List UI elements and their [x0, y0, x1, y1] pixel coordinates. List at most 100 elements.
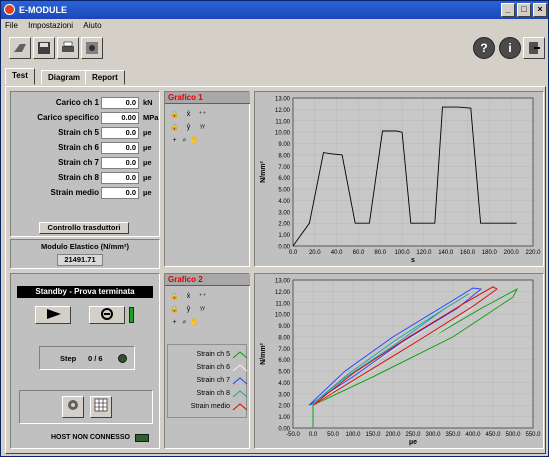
autoscale-y-icon[interactable]: ŷ — [183, 123, 194, 133]
y-tick-label: 11.00 — [275, 301, 290, 307]
tools-button[interactable] — [81, 37, 103, 59]
x-tick-label: 300.0 — [425, 432, 441, 438]
help-button[interactable]: ? — [473, 37, 495, 59]
lock-x-icon[interactable]: 🔒 — [169, 292, 180, 302]
x-tick-label: 220.0 — [525, 250, 541, 256]
settings-button[interactable] — [62, 396, 84, 418]
strain-ch6-label: Strain ch 6 — [58, 143, 99, 152]
autoscale-x-icon[interactable]: x̂ — [183, 110, 194, 120]
pan-hand-icon[interactable]: ✋ — [189, 136, 200, 146]
save-icon — [38, 42, 50, 54]
y-tick-label: 7.00 — [278, 347, 290, 353]
pan-hand-icon[interactable]: ✋ — [189, 318, 200, 328]
info-button[interactable]: i — [499, 37, 521, 59]
x-tick-label: 0.0 — [289, 250, 298, 256]
start-button[interactable] — [35, 306, 71, 324]
play-icon — [47, 309, 61, 319]
modulo-value: 21491.71 — [57, 254, 103, 266]
x-tick-label: 120.0 — [416, 250, 432, 256]
x-tick-label: 200.0 — [385, 432, 401, 438]
chart2: 0.001.002.003.004.005.006.007.008.009.00… — [260, 279, 541, 447]
carico-specifico-label: Carico specifico — [37, 113, 99, 122]
aux-buttons-box — [19, 390, 153, 424]
y-tick-label: 8.00 — [278, 153, 290, 159]
plot-area — [293, 98, 533, 246]
autoscale-x-icon[interactable]: x̂ — [183, 292, 194, 302]
strain-ch8-unit: µe — [143, 173, 152, 182]
y-tick-label: 11.00 — [275, 119, 290, 125]
x-tick-label: 80.0 — [374, 250, 386, 256]
strain-ch7-unit: µe — [143, 158, 152, 167]
exit-button[interactable] — [523, 37, 545, 59]
carico-ch1-label: Carico ch 1 — [55, 98, 99, 107]
carico-specifico-unit: MPa — [143, 113, 159, 122]
legend-item: Strain medio — [170, 401, 250, 413]
x-tick-label: 200.0 — [504, 250, 520, 256]
close-button[interactable]: × — [533, 3, 547, 17]
y-tick-label: 12.00 — [275, 290, 291, 296]
tab-diagram[interactable]: Diagram — [41, 70, 88, 85]
exit-icon — [529, 42, 540, 54]
lock-y-icon[interactable]: 🔒 — [169, 123, 180, 133]
run-indicator — [129, 307, 134, 323]
host-status-led — [135, 434, 149, 442]
row-strain-ch7: Strain ch 7 0.0 µe — [11, 157, 161, 170]
lock-x-icon[interactable]: 🔒 — [169, 110, 180, 120]
x-tick-label: 60.0 — [353, 250, 365, 256]
x-tick-label: 140.0 — [438, 250, 454, 256]
x-tick-label: 50.0 — [327, 432, 339, 438]
modulo-panel: Modulo Elastico (N/mm²) 21491.71 — [10, 239, 160, 269]
y-tick-label: 2.00 — [278, 222, 290, 228]
format-y-icon[interactable]: ʸʸ — [197, 123, 208, 133]
x-axis-label: s — [411, 257, 415, 264]
y-tick-label: 1.00 — [278, 415, 290, 421]
host-status-row: HOST NON CONNESSO — [11, 432, 159, 446]
menu-aiuto[interactable]: Aiuto — [79, 19, 105, 32]
legend-swatch — [232, 377, 248, 385]
carico-specifico-value: 0.00 — [101, 112, 139, 124]
controllo-trasduttori-button[interactable]: Controllo trasduttori — [39, 222, 129, 234]
strain-ch6-unit: µe — [143, 143, 152, 152]
row-carico-ch1: Carico ch 1 0.0 kN — [11, 97, 161, 110]
x-tick-label: 0.0 — [309, 432, 318, 438]
strain-medio-label: Strain medio — [50, 188, 99, 197]
x-tick-label: 500.0 — [505, 432, 521, 438]
x-tick-label: 180.0 — [482, 250, 498, 256]
strain-ch8-label: Strain ch 8 — [58, 173, 99, 182]
x-tick-label: 40.0 — [331, 250, 343, 256]
strain-ch7-label: Strain ch 7 — [58, 158, 99, 167]
minimize-button[interactable]: _ — [501, 3, 515, 17]
print-button[interactable] — [57, 37, 79, 59]
carico-ch1-value: 0.0 — [101, 97, 139, 109]
strain-ch6-value: 0.0 — [101, 142, 139, 154]
menu-file[interactable]: File — [1, 19, 22, 32]
save-button[interactable] — [33, 37, 55, 59]
row-strain-ch6: Strain ch 6 0.0 µe — [11, 142, 161, 155]
x-tick-label: 160.0 — [460, 250, 476, 256]
lock-y-icon[interactable]: 🔒 — [169, 305, 180, 315]
y-tick-label: 8.00 — [278, 335, 290, 341]
tab-report[interactable]: Report — [85, 70, 125, 85]
table-button[interactable] — [90, 396, 112, 418]
y-tick-label: 6.00 — [278, 176, 290, 182]
menu-impostazioni[interactable]: Impostazioni — [24, 19, 77, 32]
tab-test[interactable]: Test — [5, 68, 35, 85]
autoscale-y-icon[interactable]: ŷ — [183, 305, 194, 315]
tools-icon — [86, 42, 98, 54]
info-icon: i — [508, 41, 512, 55]
test-tab-panel: Carico ch 1 0.0 kN Carico specifico 0.00… — [5, 86, 546, 454]
legend-label: Strain medio — [190, 403, 230, 410]
row-strain-medio: Strain medio 0.0 µe — [11, 187, 161, 200]
reset-button[interactable] — [89, 306, 125, 324]
format-x-icon[interactable]: ⁺⁺ — [197, 292, 208, 302]
grafico2-title: Grafico 2 — [165, 274, 250, 286]
maximize-button[interactable]: □ — [517, 3, 531, 17]
y-tick-label: 6.00 — [278, 358, 290, 364]
open-icon — [14, 44, 26, 52]
format-y-icon[interactable]: ʸʸ — [197, 305, 208, 315]
strain-ch5-label: Strain ch 5 — [58, 128, 99, 137]
legend-item: Strain ch 5 — [170, 349, 250, 361]
format-x-icon[interactable]: ⁺⁺ — [197, 110, 208, 120]
row-strain-ch8: Strain ch 8 0.0 µe — [11, 172, 161, 185]
open-button[interactable] — [9, 37, 31, 59]
